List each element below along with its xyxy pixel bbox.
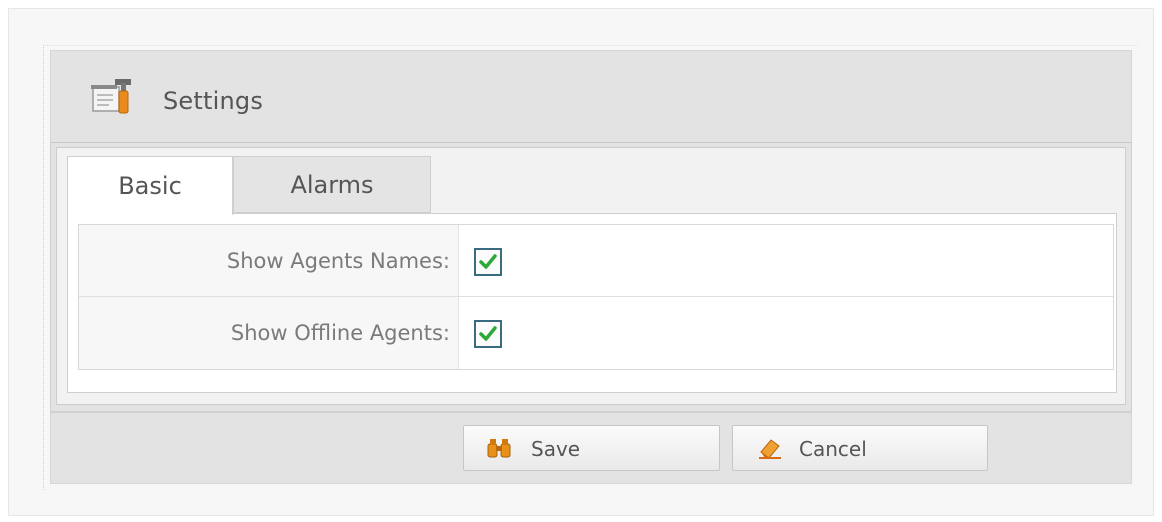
dialog-header: Settings	[50, 50, 1132, 142]
cancel-button[interactable]: Cancel	[732, 425, 988, 471]
show-offline-agents-checkbox[interactable]	[474, 320, 502, 348]
dialog-footer: Save Cancel	[50, 412, 1132, 484]
binoculars-icon	[486, 436, 512, 460]
settings-form: Show Agents Names: Show Offline Agents:	[78, 224, 1114, 370]
show-offline-agents-label: Show Offline Agents:	[79, 297, 459, 369]
tab-basic-label: Basic	[118, 172, 182, 200]
tab-container: Basic Alarms Show Agents Names: Show Off…	[56, 147, 1126, 405]
tab-basic[interactable]: Basic	[67, 156, 233, 215]
tab-alarms[interactable]: Alarms	[233, 156, 431, 213]
form-row-show-agents-names: Show Agents Names:	[79, 225, 1113, 297]
eraser-icon	[757, 436, 783, 460]
dialog-title: Settings	[163, 87, 264, 115]
save-button-label: Save	[531, 437, 581, 461]
checkmark-icon	[479, 254, 497, 269]
cancel-button-label: Cancel	[799, 437, 867, 461]
settings-tools-icon	[89, 75, 139, 119]
tab-content-basic: Show Agents Names: Show Offline Agents:	[67, 213, 1117, 393]
checkmark-icon	[479, 326, 497, 341]
dialog-body: Basic Alarms Show Agents Names: Show Off…	[50, 142, 1132, 412]
tab-alarms-label: Alarms	[290, 170, 374, 199]
save-button[interactable]: Save	[463, 425, 720, 471]
form-row-show-offline-agents: Show Offline Agents:	[79, 297, 1113, 369]
show-agents-names-checkbox[interactable]	[474, 248, 502, 276]
settings-dialog: Settings Basic Alarms Show Agents Names:	[43, 45, 1138, 490]
show-agents-names-label: Show Agents Names:	[79, 225, 459, 296]
